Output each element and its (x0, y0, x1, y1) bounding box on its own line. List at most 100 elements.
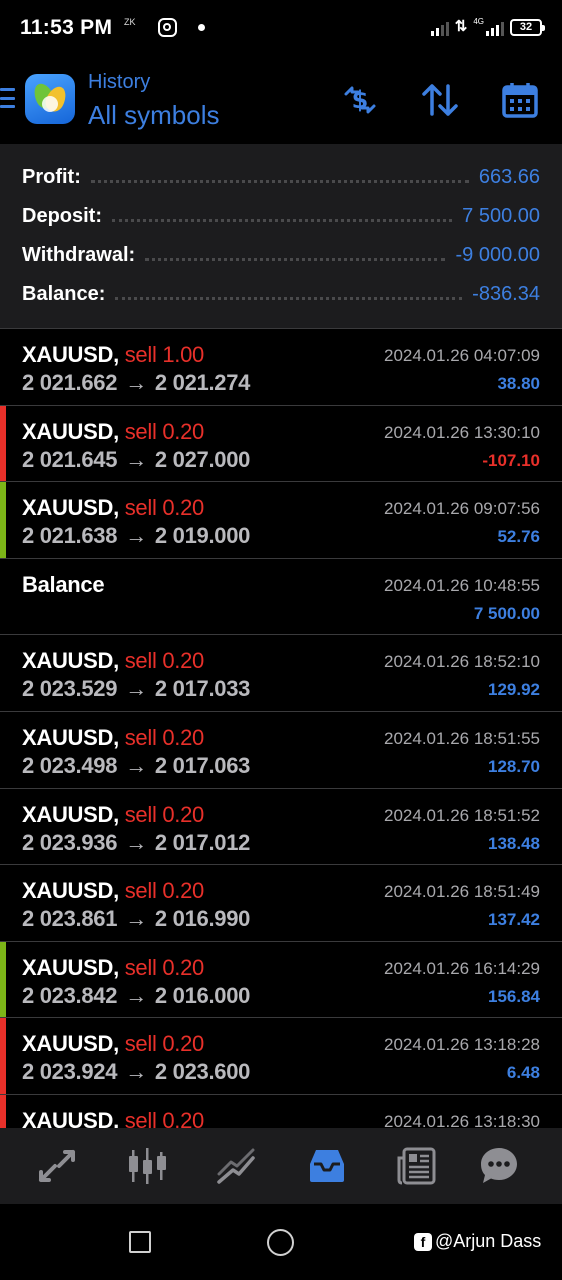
trade-side-volume: sell 0.20 (124, 954, 205, 980)
open-price: 2 021.662 (22, 370, 118, 395)
trade-row[interactable]: XAUUSD, sell 0.20 2 023.529 → 2 017.033 2024… (0, 635, 562, 712)
trade-profit: 138.48 (488, 833, 540, 853)
trade-symbol: XAUUSD, sell 0.20 (22, 878, 204, 904)
trade-symbol: XAUUSD, sell 1.00 (22, 342, 204, 367)
trade-prices: 2 023.861 → 2 016.990 (22, 906, 250, 932)
trade-prices: 2 021.645 → 2 027.000 (22, 447, 250, 473)
withdrawal-label: Withdrawal: (22, 243, 136, 266)
price-arrow: → (125, 523, 147, 549)
trade-row[interactable]: XAUUSD, sell 0.20 2 023.924 → 2 023.600 2024… (0, 1018, 562, 1095)
trade-icon[interactable] (215, 1144, 259, 1188)
trade-row[interactable]: XAUUSD, sell 0.20 2 021.638 → 2 019.000 2024… (0, 482, 562, 559)
trade-symbol: XAUUSD, sell 0.20 (22, 1108, 204, 1128)
trade-row[interactable]: XAUUSD, sell 0.20 2 023.842 → 2 016.000 2024… (0, 941, 562, 1019)
deposit-value: 7 500.00 (462, 204, 540, 227)
balance-label: Balance: (22, 282, 106, 305)
result-marker (0, 1094, 6, 1128)
trade-profit: 38.80 (497, 374, 540, 393)
open-price: 2 021.645 (22, 446, 118, 472)
quotes-icon[interactable] (35, 1144, 79, 1188)
trade-side-volume: sell 0.20 (124, 648, 205, 674)
price-arrow: → (125, 906, 147, 932)
trade-prices: 2 021.638 → 2 019.000 (22, 523, 250, 549)
data-transfer-icon: ⇅ (454, 18, 468, 35)
close-price: 2 021.274 (154, 370, 251, 395)
recent-apps-button[interactable] (129, 1231, 151, 1253)
bottom-navigation (0, 1128, 562, 1204)
trade-symbol: XAUUSD, sell 0.20 (22, 801, 204, 827)
trade-row[interactable]: XAUUSD, sell 1.00 2 021.662 → 2 021.274 2024… (0, 329, 562, 406)
trade-symbol: XAUUSD, sell 0.20 (22, 418, 205, 444)
close-price: 2 016.000 (154, 982, 251, 1008)
trade-symbol: XAUUSD, sell 0.20 (22, 954, 205, 980)
withdrawal-row: Withdrawal: -9 000.00 (22, 240, 540, 270)
close-price: 2 016.990 (154, 906, 251, 932)
profit-row: Profit: 663.66 (22, 162, 540, 192)
trade-prices: 2 023.924 → 2 023.600 (22, 1059, 250, 1085)
trade-datetime: 2024.01.26 13:30:10 (384, 422, 540, 442)
open-price: 2 023.842 (22, 982, 118, 1008)
deposit-row: Deposit: 7 500.00 (22, 201, 540, 231)
price-arrow: → (125, 829, 147, 855)
trade-side-volume: sell 0.20 (124, 724, 205, 750)
trade-row[interactable]: XAUUSD, sell 0.20 2024.01.26 13:18:30 (0, 1094, 562, 1128)
price-arrow: → (125, 370, 147, 395)
result-marker (0, 482, 6, 558)
watermark-text: @Arjun Dass (435, 1231, 542, 1251)
trade-datetime: 2024.01.26 09:07:56 (384, 499, 540, 519)
trade-side-volume: sell 0.20 (124, 1031, 205, 1057)
dollar-swap-icon[interactable]: $ (340, 80, 380, 120)
trade-profit: 156.84 (488, 986, 540, 1006)
trade-side-volume: sell 0.20 (124, 418, 205, 444)
status-bar: 11:53 PM ZK ⇅ 4G 32 (0, 0, 562, 58)
svg-text:$: $ (352, 86, 369, 114)
home-button[interactable] (267, 1229, 294, 1256)
chart-icon[interactable] (125, 1144, 169, 1188)
open-price: 2 021.638 (22, 523, 118, 549)
trade-profit: 128.70 (488, 756, 540, 776)
trade-datetime: 2024.01.26 16:14:29 (384, 958, 540, 978)
trade-side-volume: sell 0.20 (124, 878, 205, 904)
system-navigation: f @Arjun Dass (0, 1204, 562, 1280)
trade-row[interactable]: XAUUSD, sell 0.20 2 023.936 → 2 017.012 2024… (0, 789, 562, 866)
price-arrow: → (125, 982, 147, 1008)
more-notifications-dot (198, 24, 205, 31)
battery-icon: 32 (510, 19, 545, 36)
chat-icon[interactable] (477, 1144, 521, 1188)
trade-row[interactable]: XAUUSD, sell 0.20 2 021.645 → 2 027.000 2024… (0, 405, 562, 483)
trade-row[interactable]: XAUUSD, sell 0.20 2 023.861 → 2 016.990 2024… (0, 865, 562, 942)
trade-datetime: 2024.01.26 18:52:10 (384, 652, 540, 672)
price-arrow: → (125, 1059, 147, 1085)
result-marker (0, 1018, 6, 1094)
close-price: 2 027.000 (154, 446, 251, 472)
trade-profit: 129.92 (488, 680, 540, 700)
open-price: 2 023.529 (22, 676, 118, 702)
instagram-icon (158, 18, 177, 37)
sort-icon[interactable] (420, 80, 460, 120)
open-price: 2 023.936 (22, 829, 118, 855)
status-time: 11:53 PM (20, 16, 113, 39)
trade-history-list[interactable]: XAUUSD, sell 1.00 2 021.662 → 2 021.274 2024… (0, 328, 562, 1128)
trade-datetime: 2024.01.26 13:18:30 (384, 1111, 540, 1128)
trade-row[interactable]: XAUUSD, sell 0.20 2 023.498 → 2 017.063 2024… (0, 712, 562, 789)
price-arrow: → (125, 676, 147, 702)
trade-datetime: 2024.01.26 18:51:55 (384, 728, 540, 748)
wifi-signal-icon (430, 18, 449, 36)
trade-symbol: XAUUSD, sell 0.20 (22, 1031, 204, 1057)
trade-datetime: 2024.01.26 13:18:28 (384, 1035, 540, 1055)
close-price: 2 017.033 (154, 676, 251, 702)
trade-prices: 2 023.529 → 2 017.033 (22, 676, 250, 702)
price-arrow: → (125, 446, 147, 472)
news-icon[interactable] (395, 1144, 439, 1188)
history-icon[interactable] (305, 1144, 349, 1188)
trade-symbol: Balance (22, 571, 105, 597)
trade-profit: -107.10 (482, 450, 540, 470)
menu-icon[interactable] (0, 88, 15, 108)
symbol-filter[interactable]: All symbols (88, 100, 219, 131)
trade-datetime: 2024.01.26 10:48:55 (384, 575, 540, 595)
trade-row[interactable]: Balance 2024.01.26 10:48:55 7 500.00 (0, 559, 562, 636)
calendar-icon[interactable] (500, 80, 540, 120)
notification-app-icon: ZK (124, 17, 136, 27)
deposit-label: Deposit: (22, 204, 102, 227)
result-marker (0, 405, 6, 482)
